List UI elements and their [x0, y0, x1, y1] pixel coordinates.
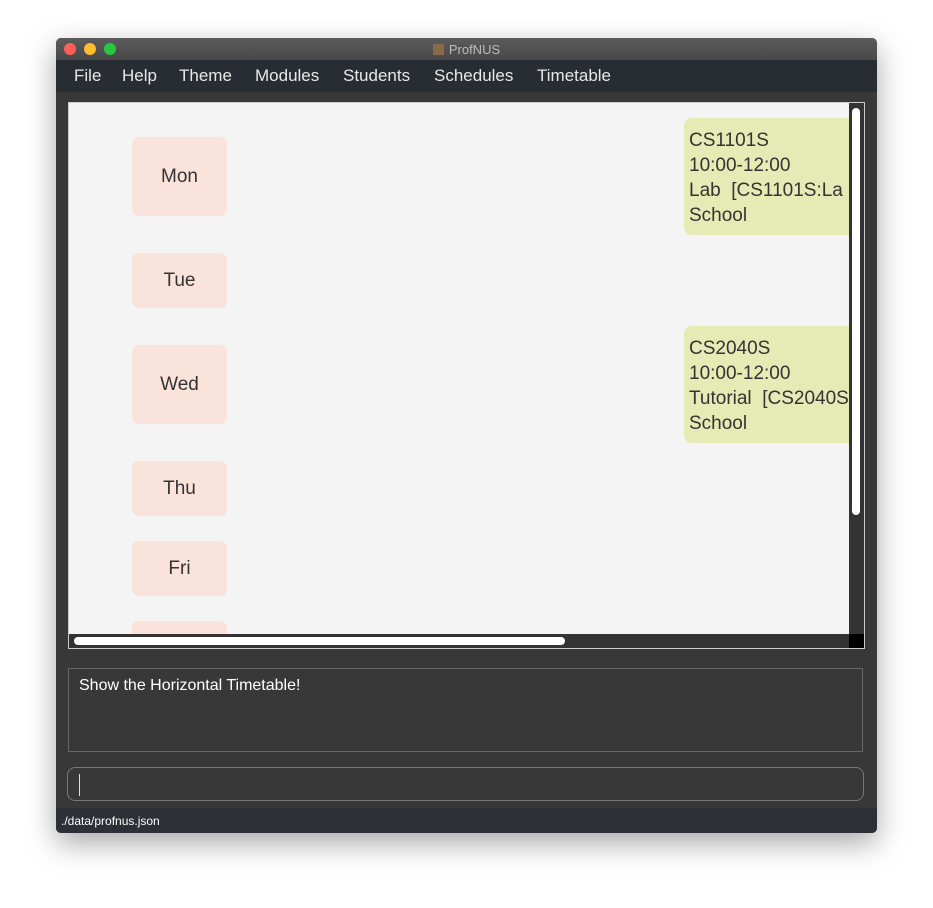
app-window: ProfNUS File Help Theme Modules Students…	[56, 38, 877, 833]
status-bar: ./data/profnus.json	[56, 808, 877, 833]
lesson-time: 10:00-12:00	[689, 363, 791, 384]
lesson-module: CS1101S	[689, 130, 769, 151]
day-mon: Mon	[132, 137, 227, 216]
app-icon	[432, 44, 444, 55]
text-caret	[79, 774, 80, 796]
lesson-type: Tutorial [CS2040S	[689, 388, 849, 409]
day-wed: Wed	[132, 345, 227, 424]
day-thu: Thu	[132, 461, 227, 516]
lesson-card[interactable]: CS1101S 10:00-12:00 Lab [CS1101S:La School	[684, 118, 849, 235]
menu-theme[interactable]: Theme	[179, 66, 232, 86]
day-fri: Fri	[132, 541, 227, 596]
menu-modules[interactable]: Modules	[255, 66, 319, 86]
result-display: Show the Horizontal Timetable!	[68, 668, 863, 752]
command-input[interactable]	[67, 767, 864, 801]
lesson-venue: School	[689, 413, 748, 434]
lesson-time: 10:00-12:00	[689, 155, 791, 176]
menu-bar: File Help Theme Modules Students Schedul…	[56, 60, 877, 92]
menu-file[interactable]: File	[74, 66, 101, 86]
window-title-text: ProfNUS	[448, 42, 501, 57]
menu-timetable[interactable]: Timetable	[537, 66, 611, 86]
day-tue: Tue	[132, 253, 227, 308]
menu-students[interactable]: Students	[343, 66, 410, 86]
lesson-module: CS2040S	[689, 338, 771, 359]
title-bar: ProfNUS	[56, 38, 877, 61]
menu-schedules[interactable]: Schedules	[434, 66, 513, 86]
horizontal-scroll-thumb[interactable]	[74, 637, 565, 645]
lesson-venue: School	[689, 205, 748, 226]
lesson-type: Lab [CS1101S:La	[689, 180, 843, 201]
menu-help[interactable]: Help	[122, 66, 157, 86]
vertical-scrollbar[interactable]	[849, 103, 864, 634]
lesson-card[interactable]: CS2040S 10:00-12:00 Tutorial [CS2040S Schoo…	[684, 326, 849, 443]
scroll-corner	[849, 634, 864, 648]
timetable-panel: Mon Tue Wed Thu Fri CS1101S 10:00-12:00 La…	[68, 102, 865, 649]
horizontal-scrollbar[interactable]	[69, 634, 849, 648]
vertical-scroll-thumb[interactable]	[852, 108, 860, 515]
window-title: ProfNUS	[56, 42, 877, 57]
